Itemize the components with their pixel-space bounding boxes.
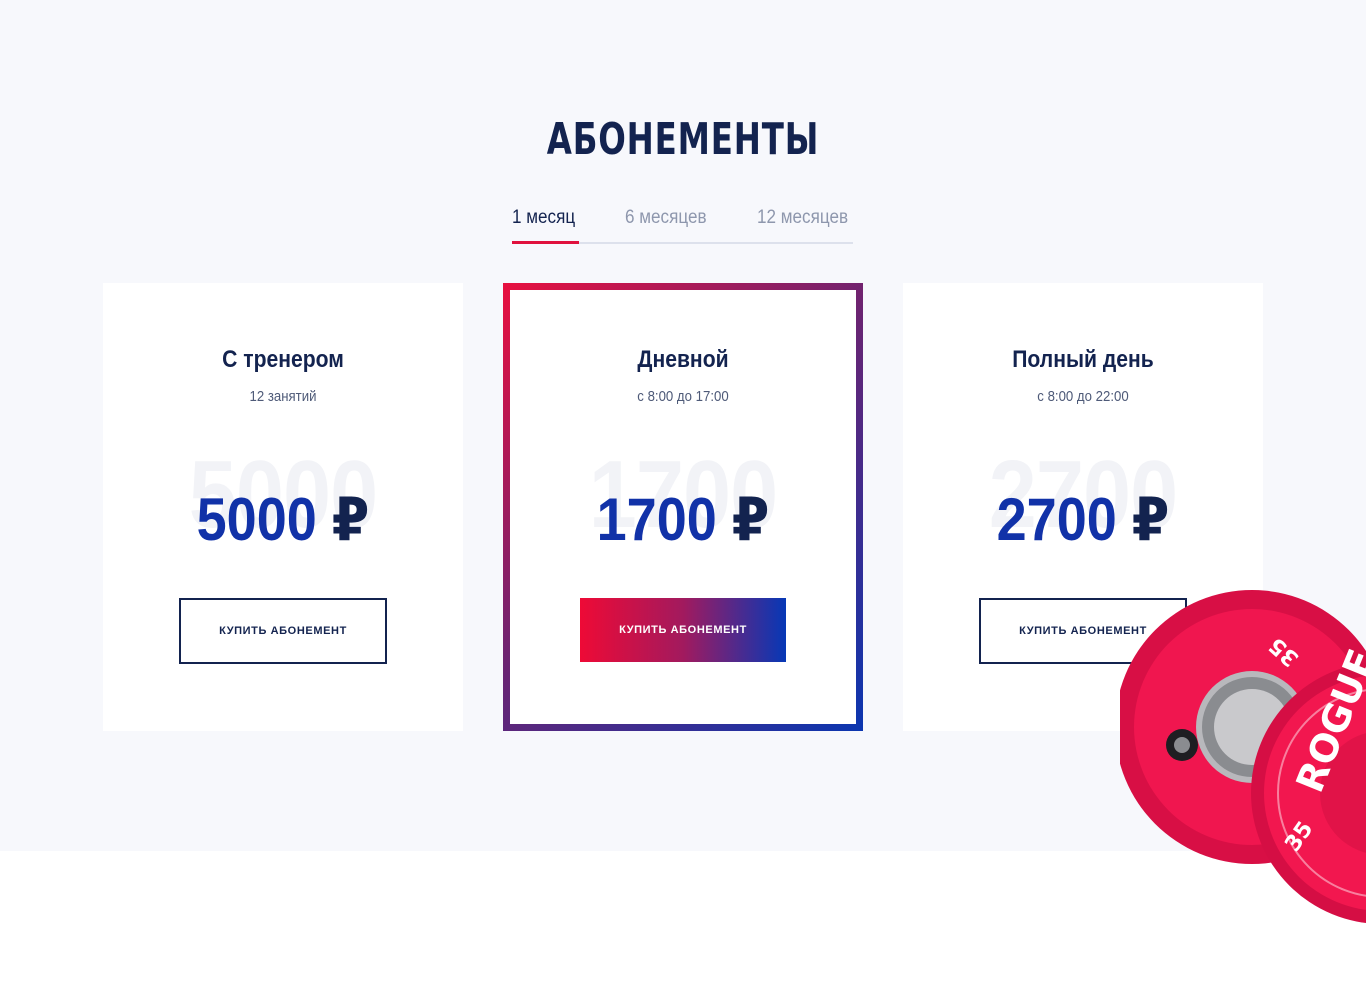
price-amount: 2700	[996, 486, 1117, 553]
currency-sign: ₽	[331, 486, 370, 553]
plan-title: Дневной	[637, 346, 729, 373]
tab-1-month[interactable]: 1 месяц	[512, 206, 575, 230]
plan-card-trainer: С тренером 12 занятий 5000 5000 ₽ КУПИТЬ…	[103, 283, 463, 731]
price-amount: 5000	[196, 486, 317, 553]
active-tab-indicator	[512, 241, 579, 244]
tab-6-months[interactable]: 6 месяцев	[625, 206, 707, 230]
buy-subscription-button[interactable]: КУПИТЬ АБОНЕМЕНТ	[179, 598, 387, 664]
period-tabs: 1 месяц 6 месяцев 12 месяцев	[512, 198, 853, 244]
buy-subscription-button[interactable]: КУПИТЬ АБОНЕМЕНТ	[580, 598, 786, 662]
plan-price: 1700 ₽	[521, 487, 845, 553]
plan-title: С тренером	[222, 346, 344, 373]
weight-plates-image: ROGUE 35 35	[1120, 585, 1366, 925]
plan-card-day: Дневной с 8:00 до 17:00 1700 1700 ₽ КУПИ…	[503, 283, 863, 731]
plan-title: Полный день	[1012, 346, 1154, 373]
price-amount: 1700	[596, 486, 717, 553]
plan-price: 5000 ₽	[121, 487, 445, 553]
section-title: АБОНЕМЕНТЫ	[546, 114, 820, 165]
currency-sign: ₽	[1131, 486, 1170, 553]
plan-subtitle: с 8:00 до 22:00	[1037, 388, 1129, 405]
tab-12-months[interactable]: 12 месяцев	[757, 206, 848, 230]
currency-sign: ₽	[731, 486, 770, 553]
plan-subtitle: с 8:00 до 17:00	[637, 388, 729, 405]
weight-plates-icon: ROGUE 35 35	[1120, 590, 1366, 924]
plan-price: 2700 ₽	[921, 487, 1245, 553]
plan-subtitle: 12 занятий	[249, 388, 317, 405]
